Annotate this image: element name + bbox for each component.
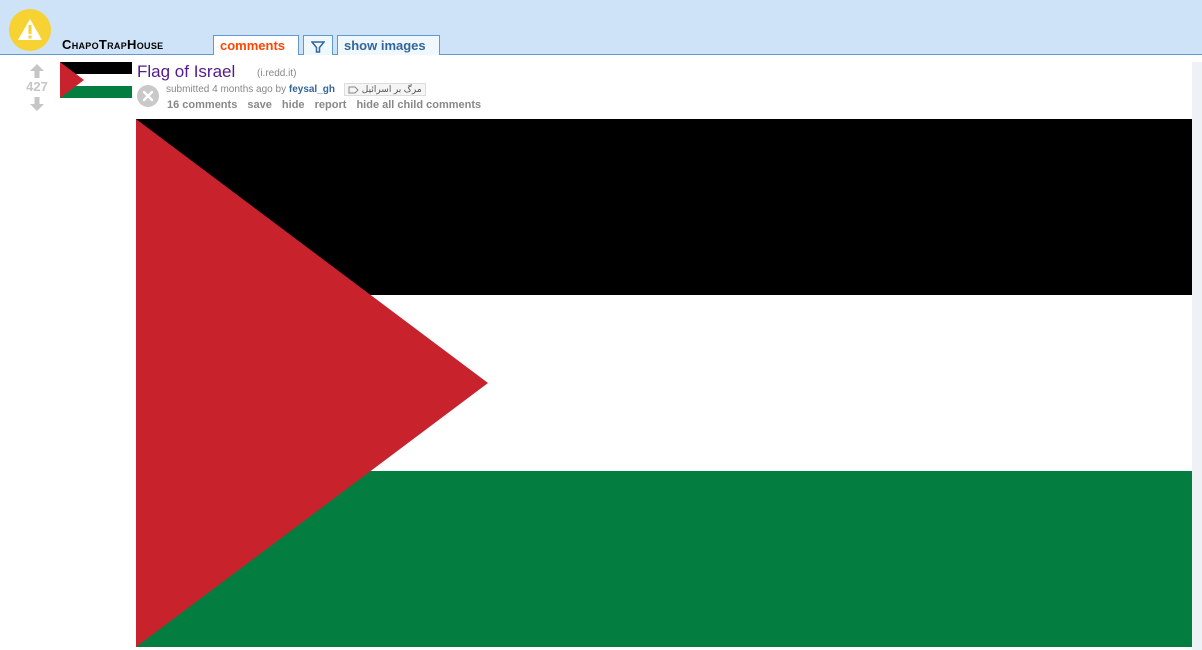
subreddit-name[interactable]: ChapoTrapHouse [62, 37, 163, 52]
hide-child-comments-button[interactable]: hide all child comments [356, 99, 481, 111]
author-link[interactable]: feysal_gh [289, 84, 335, 95]
post-entry: Flag of Israel (i.redd.it) submitted 4 m… [136, 62, 1192, 118]
user-flair: مرگ بر اسرائیل [343, 83, 426, 96]
comments-link[interactable]: 16 comments [167, 99, 237, 111]
downvote-button[interactable] [28, 96, 46, 112]
save-button[interactable]: save [247, 99, 271, 111]
downvote-icon [30, 97, 44, 111]
tag-icon [348, 86, 359, 93]
post-title[interactable]: Flag of Israel [137, 62, 235, 82]
flag-thumbnail-image [60, 62, 132, 98]
hide-button[interactable]: hide [282, 99, 305, 111]
flair-text: مرگ بر اسرائیل [361, 84, 422, 94]
expanded-flag-image[interactable] [136, 119, 1192, 647]
tagline-prefix: submitted 4 months ago by [166, 84, 289, 96]
score: 427 [26, 79, 48, 94]
filter-icon [311, 40, 325, 53]
post: 427 Flag of Israel (i.redd.it) submitted… [0, 62, 1192, 650]
page-side-border [1192, 62, 1202, 650]
tab-show-images[interactable]: show images [337, 35, 440, 55]
post-thumbnail[interactable] [60, 62, 132, 98]
close-icon [142, 90, 154, 102]
header: ChapoTrapHouse comments show images [0, 0, 1202, 55]
subreddit-logo[interactable] [9, 9, 51, 51]
tab-filter[interactable] [303, 35, 333, 55]
warning-icon [18, 19, 42, 40]
upvote-button[interactable] [28, 63, 46, 79]
post-tagline: submitted 4 months ago by feysal_gh مرگ … [166, 83, 426, 96]
report-button[interactable]: report [315, 99, 347, 111]
expando-close-button[interactable] [137, 85, 159, 107]
tab-comments[interactable]: comments [213, 35, 299, 55]
post-buttons: 16 comments save hide report hide all ch… [167, 99, 488, 111]
post-domain[interactable]: (i.redd.it) [257, 68, 296, 79]
upvote-icon [30, 64, 44, 78]
